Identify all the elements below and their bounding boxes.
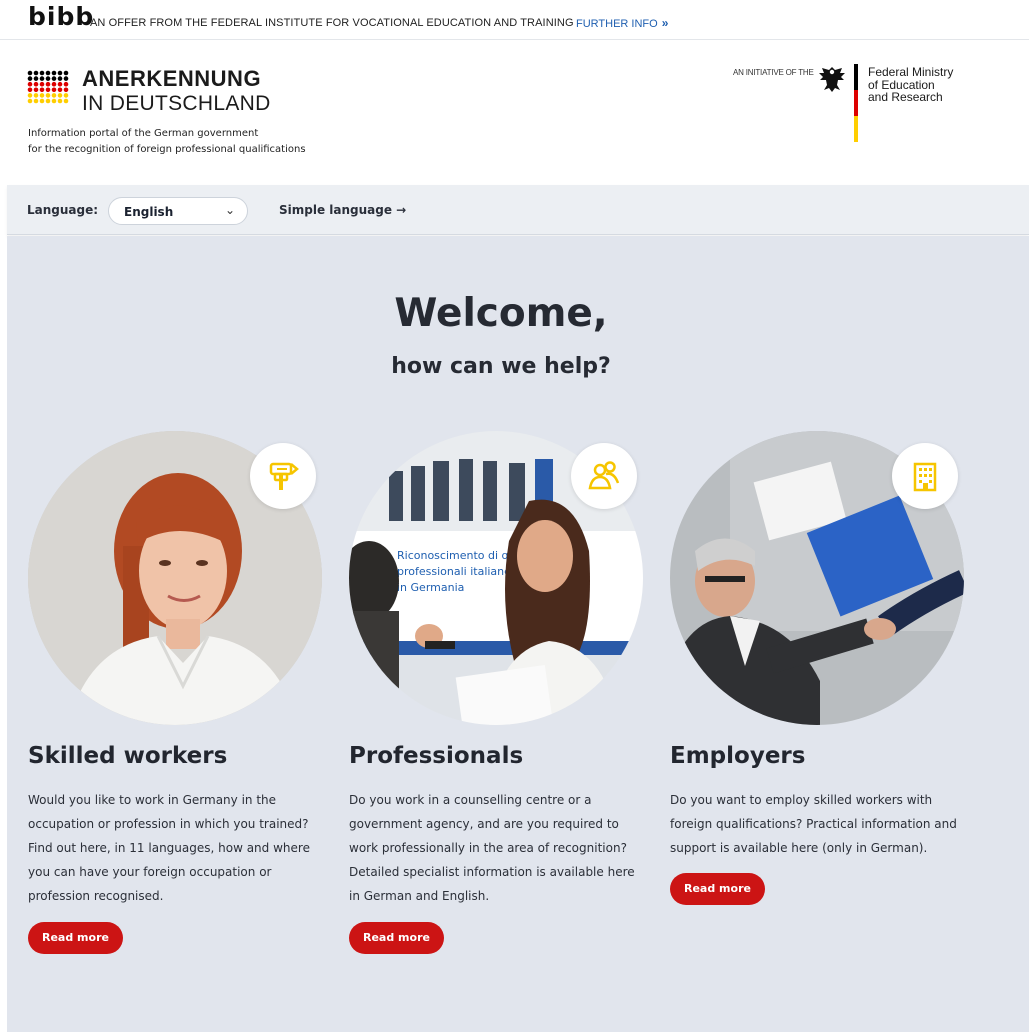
logo-dot xyxy=(33,87,39,93)
logo-dot xyxy=(33,70,39,76)
logo-dot xyxy=(51,76,57,81)
logo-dot xyxy=(51,81,57,87)
federal-eagle-icon xyxy=(819,67,845,92)
logo-dot xyxy=(39,76,45,81)
initiative-label: AN INITIATIVE OF THE xyxy=(733,68,814,77)
anerkennung-logo-dots-icon[interactable] xyxy=(27,70,69,104)
logo-dot xyxy=(27,70,33,76)
card-description: Do you work in a counselling centre or a… xyxy=(349,793,635,903)
logo-dot xyxy=(57,81,63,87)
logo-subtitle[interactable]: IN DEUTSCHLAND xyxy=(82,92,271,116)
flag-black xyxy=(854,64,858,90)
help-subheading: how can we help? xyxy=(391,354,611,379)
language-selected-value: English xyxy=(124,205,174,219)
banner-text-line2: professionali italiane xyxy=(397,565,511,578)
logo-dot xyxy=(63,98,69,104)
chevron-down-icon: ⌄ xyxy=(224,203,235,217)
card-description: Would you like to work in Germany in the… xyxy=(28,793,310,903)
logo-dot xyxy=(33,81,39,87)
site-header: ANERKENNUNG IN DEUTSCHLAND Information p… xyxy=(0,40,1029,185)
card-employers: Employers Do you want to employ skilled … xyxy=(670,431,970,991)
ministry-line3: and Research xyxy=(868,90,943,104)
logo-dot xyxy=(63,76,69,81)
logo-dot xyxy=(51,70,57,76)
people-icon xyxy=(588,461,620,490)
building-icon-badge xyxy=(892,443,958,509)
logo-dot xyxy=(45,87,51,93)
logo-dot xyxy=(45,98,51,104)
logo-dot xyxy=(33,98,39,104)
logo-dot xyxy=(27,76,33,81)
logo-dot xyxy=(27,87,33,93)
language-label: Language: xyxy=(27,203,99,217)
logo-dot xyxy=(57,70,63,76)
card-description: Do you want to employ skilled workers wi… xyxy=(670,793,957,855)
logo-dot xyxy=(33,76,39,81)
simple-language-link[interactable]: Simple language → xyxy=(279,203,406,217)
building-icon xyxy=(913,462,937,492)
welcome-heading: Welcome, xyxy=(394,291,608,336)
read-more-button[interactable]: Read more xyxy=(349,922,444,954)
language-select[interactable]: English ⌄ xyxy=(108,197,248,225)
flag-red xyxy=(854,90,858,116)
logo-dot xyxy=(39,81,45,87)
signpost-icon-badge xyxy=(250,443,316,509)
logo-dot xyxy=(39,70,45,76)
further-info-label: FURTHER INFO xyxy=(576,18,658,30)
logo-dot xyxy=(39,87,45,93)
ministry-line1: Federal Ministry xyxy=(868,65,954,79)
logo-dot xyxy=(39,93,45,98)
logo-title[interactable]: ANERKENNUNG xyxy=(82,66,261,92)
read-more-button[interactable]: Read more xyxy=(670,873,765,905)
logo-dot xyxy=(57,76,63,81)
banner-text-line3: in Germania xyxy=(397,581,464,594)
language-bar: Language: English ⌄ Simple language → xyxy=(7,185,1029,235)
read-more-button[interactable]: Read more xyxy=(28,922,123,954)
bibb-logo[interactable]: bibb xyxy=(28,2,94,31)
card-professionals: Riconoscimento di qua professionali ital… xyxy=(349,431,649,991)
logo-dot xyxy=(33,93,39,98)
german-flag-bar xyxy=(854,64,858,142)
flag-gold xyxy=(854,116,858,142)
portal-description-line2: for the recognition of foreign professio… xyxy=(28,144,306,155)
logo-dot xyxy=(27,93,33,98)
logo-dot xyxy=(63,70,69,76)
logo-dot xyxy=(27,81,33,87)
card-title: Skilled workers xyxy=(28,743,228,769)
logo-dot xyxy=(51,87,57,93)
logo-dot xyxy=(45,81,51,87)
card-title: Professionals xyxy=(349,743,524,769)
logo-dot xyxy=(57,93,63,98)
logo-dot xyxy=(57,98,63,104)
top-bar: bibb AN OFFER FROM THE FEDERAL INSTITUTE… xyxy=(0,0,1029,40)
banner-text-line1: Riconoscimento di qua xyxy=(397,549,522,562)
logo-dot xyxy=(57,87,63,93)
logo-dot xyxy=(39,98,45,104)
ministry-name[interactable]: Federal Ministry of Education and Resear… xyxy=(868,66,953,104)
logo-dot xyxy=(45,76,51,81)
logo-dot xyxy=(63,93,69,98)
further-info-link[interactable]: FURTHER INFO» xyxy=(576,16,668,30)
logo-dot xyxy=(45,70,51,76)
logo-dot xyxy=(63,81,69,87)
signpost-icon xyxy=(269,462,299,490)
card-skilled-workers: Skilled workers Would you like to work i… xyxy=(28,431,328,991)
logo-dot xyxy=(63,87,69,93)
double-chevron-right-icon: » xyxy=(661,16,669,30)
logo-dot xyxy=(51,98,57,104)
logo-dot xyxy=(27,98,33,104)
logo-dot xyxy=(51,93,57,98)
portal-description-line1: Information portal of the German governm… xyxy=(28,128,259,139)
offer-text: AN OFFER FROM THE FEDERAL INSTITUTE FOR … xyxy=(90,17,574,29)
main-content: Welcome, how can we help? Skilled worker… xyxy=(7,236,1029,1032)
logo-dot xyxy=(45,93,51,98)
people-icon-badge xyxy=(571,443,637,509)
card-title: Employers xyxy=(670,743,806,769)
